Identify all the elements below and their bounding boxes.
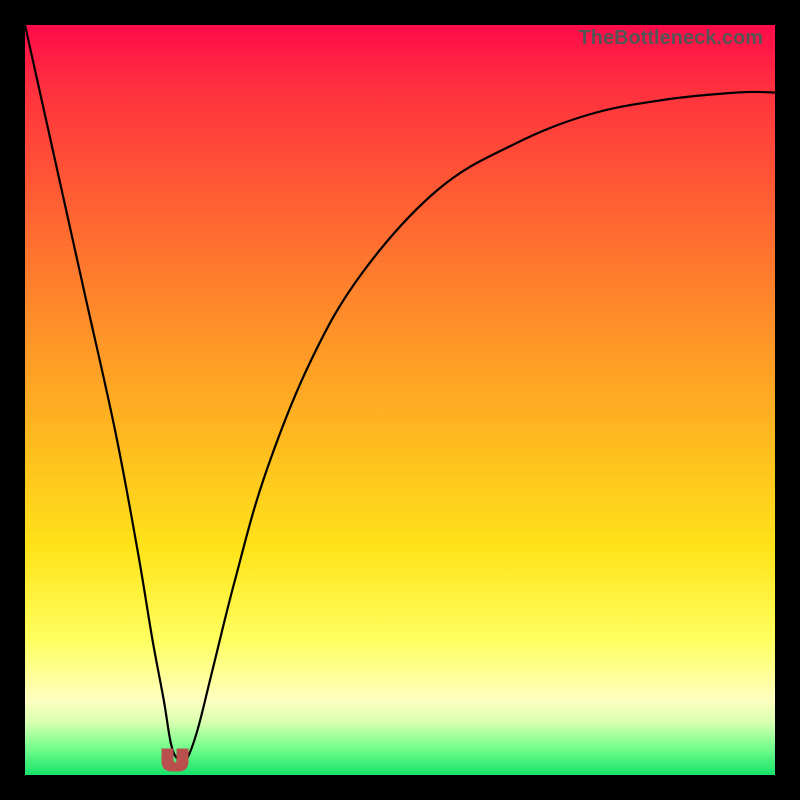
plot-area: TheBottleneck.com	[25, 25, 775, 775]
curve-minimum-marker	[162, 749, 188, 771]
bottleneck-curve	[25, 25, 775, 763]
watermark-text: TheBottleneck.com	[579, 27, 763, 50]
curve-layer	[25, 25, 775, 775]
chart-frame: TheBottleneck.com	[0, 0, 800, 800]
